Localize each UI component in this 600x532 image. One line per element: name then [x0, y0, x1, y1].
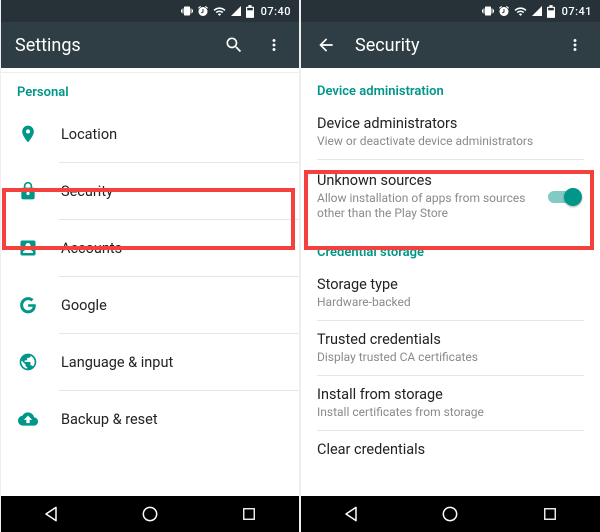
row-location[interactable]: Location [1, 106, 299, 162]
status-time: 07:41 [562, 5, 592, 18]
row-sublabel: View or deactivate device administrators [317, 134, 584, 149]
row-label: Accounts [61, 240, 283, 257]
row-label: Trusted credentials [317, 331, 584, 348]
settings-list: Personal Location Security Accounts Goog… [1, 68, 299, 496]
vibrate-icon [181, 5, 193, 17]
location-icon [17, 123, 39, 145]
row-sublabel: Display trusted CA certificates [317, 350, 584, 365]
row-accounts[interactable]: Accounts [1, 220, 299, 276]
row-unknown-sources[interactable]: Unknown sources Allow installation of ap… [301, 160, 600, 233]
backup-icon [17, 408, 39, 430]
row-label: Language & input [61, 354, 283, 371]
row-sublabel: Hardware-backed [317, 295, 584, 310]
row-storage-type[interactable]: Storage type Hardware-backed [301, 266, 600, 320]
section-credential-storage: Credential storage [301, 233, 600, 266]
row-label: Install from storage [317, 386, 584, 403]
security-list: Device administration Device administrat… [301, 68, 600, 496]
back-arrow-icon[interactable] [315, 34, 337, 56]
page-title: Settings [15, 35, 205, 56]
nav-recent-icon[interactable] [219, 505, 279, 523]
row-security[interactable]: Security [1, 163, 299, 219]
row-google[interactable]: Google [1, 277, 299, 333]
section-personal: Personal [1, 73, 299, 106]
row-language[interactable]: Language & input [1, 334, 299, 390]
page-title: Security [355, 35, 546, 56]
signal-icon [230, 5, 242, 17]
row-clear-credentials[interactable]: Clear credentials [301, 431, 600, 462]
status-bar: 07:41 [301, 0, 600, 22]
google-icon [17, 294, 39, 316]
row-sublabel: Install certificates from storage [317, 405, 584, 420]
row-label: Backup & reset [61, 411, 283, 428]
nav-back-icon[interactable] [21, 504, 81, 524]
signal-icon [531, 5, 543, 17]
screen-security: 07:41 Security Device administration Dev… [300, 0, 600, 532]
app-bar: Settings [1, 22, 299, 68]
row-device-admin[interactable]: Device administrators View or deactivate… [301, 105, 600, 159]
battery-icon [547, 5, 555, 18]
wifi-icon [514, 5, 527, 18]
app-bar: Security [301, 22, 600, 68]
overflow-icon[interactable] [263, 34, 285, 56]
unknown-sources-toggle[interactable] [548, 187, 584, 207]
globe-icon [17, 351, 39, 373]
battery-icon [246, 5, 254, 18]
search-icon[interactable] [223, 34, 245, 56]
alarm-icon [498, 5, 510, 17]
lock-icon [17, 180, 39, 202]
status-time: 07:40 [261, 5, 291, 18]
screen-settings: 07:40 Settings Personal Location Securit… [0, 0, 300, 532]
row-trusted-credentials[interactable]: Trusted credentials Display trusted CA c… [301, 321, 600, 375]
row-sublabel: Allow installation of apps from sources … [317, 191, 526, 221]
nav-back-icon[interactable] [321, 504, 381, 524]
row-label: Security [61, 183, 283, 200]
navigation-bar [1, 496, 299, 532]
row-label: Clear credentials [317, 441, 584, 458]
status-bar: 07:40 [1, 0, 299, 22]
navigation-bar [301, 496, 600, 532]
row-backup[interactable]: Backup & reset [1, 391, 299, 447]
row-label: Google [61, 297, 283, 314]
row-label: Device administrators [317, 115, 584, 132]
vibrate-icon [482, 5, 494, 17]
accounts-icon [17, 237, 39, 259]
row-install-storage[interactable]: Install from storage Install certificate… [301, 376, 600, 430]
row-label: Storage type [317, 276, 584, 293]
wifi-icon [213, 5, 226, 18]
overflow-icon[interactable] [564, 34, 586, 56]
alarm-icon [197, 5, 209, 17]
nav-recent-icon[interactable] [520, 505, 580, 523]
row-label: Unknown sources [317, 172, 526, 189]
nav-home-icon[interactable] [420, 504, 480, 524]
section-device-admin: Device administration [301, 72, 600, 105]
nav-home-icon[interactable] [120, 504, 180, 524]
row-label: Location [61, 126, 283, 143]
